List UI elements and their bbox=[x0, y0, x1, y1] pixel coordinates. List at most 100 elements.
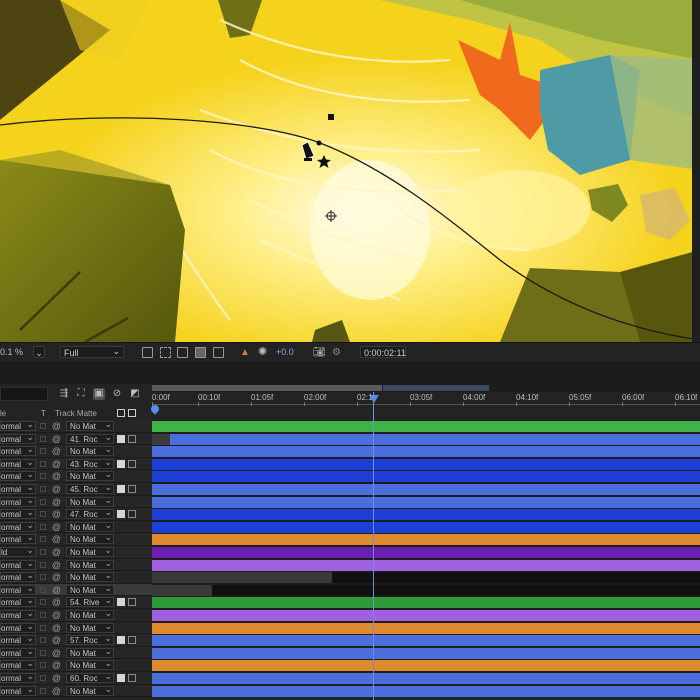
track-matte-dropdown[interactable]: No Mat bbox=[66, 496, 114, 507]
track-matte-column-header[interactable]: Track Matte bbox=[55, 409, 97, 418]
blend-mode-dropdown[interactable]: ormal bbox=[0, 421, 36, 431]
layer-duration-bar[interactable] bbox=[152, 509, 700, 521]
matte-alpha-toggle[interactable] bbox=[117, 459, 125, 468]
preserve-transparency-toggle[interactable] bbox=[40, 624, 46, 631]
track-matte-dropdown[interactable]: 41. Roc bbox=[66, 433, 114, 444]
matte-pickwhip-icon[interactable]: @ bbox=[51, 509, 62, 519]
blend-mode-dropdown[interactable]: ormal bbox=[0, 660, 36, 671]
layer-row[interactable]: ormal @45. Roc bbox=[0, 483, 700, 496]
blend-mode-dropdown[interactable]: ormal bbox=[0, 521, 36, 532]
layer-duration-bar[interactable] bbox=[152, 610, 700, 621]
layer-duration-bar[interactable] bbox=[152, 471, 700, 483]
track-matte-dropdown[interactable]: No Mat bbox=[66, 547, 114, 557]
track-matte-dropdown[interactable]: 43. Roc bbox=[66, 458, 114, 469]
composition-viewer[interactable] bbox=[0, 0, 700, 342]
matte-pickwhip-icon[interactable]: @ bbox=[51, 648, 62, 658]
current-time-indicator-head[interactable] bbox=[369, 395, 379, 403]
preserve-transparency-toggle[interactable] bbox=[40, 536, 46, 543]
track-matte-dropdown[interactable]: No Mat bbox=[66, 421, 114, 431]
blend-mode-dropdown[interactable]: ormal bbox=[0, 584, 36, 595]
preserve-transparency-toggle[interactable] bbox=[40, 599, 46, 606]
matte-alpha-toggle[interactable] bbox=[117, 434, 125, 443]
preserve-transparency-toggle[interactable] bbox=[40, 423, 46, 429]
matte-pickwhip-icon[interactable]: @ bbox=[51, 534, 62, 544]
draft-3d-icon[interactable]: ⛶ bbox=[75, 388, 87, 400]
preserve-transparency-toggle[interactable] bbox=[40, 675, 46, 681]
transparency-grid-icon[interactable] bbox=[160, 347, 171, 358]
track-matte-dropdown[interactable]: No Mat bbox=[66, 559, 114, 570]
magnification-value[interactable]: 0.1 % bbox=[0, 346, 23, 359]
show-snapshot-icon[interactable]: ⚙ bbox=[332, 346, 341, 359]
snapshot-camera-icon[interactable]: 📷︎ bbox=[313, 346, 326, 359]
matte-pickwhip-icon[interactable]: @ bbox=[51, 686, 62, 696]
preserve-transparency-toggle[interactable] bbox=[40, 637, 46, 644]
layer-duration-bar[interactable] bbox=[152, 521, 700, 533]
matte-pickwhip-icon[interactable]: @ bbox=[51, 484, 62, 494]
blend-mode-dropdown[interactable]: ormal bbox=[0, 597, 36, 608]
layer-duration-bar[interactable] bbox=[152, 685, 700, 697]
layer-duration-bar[interactable] bbox=[152, 622, 700, 634]
layer-search-input[interactable] bbox=[0, 387, 48, 401]
matte-alpha-toggle[interactable] bbox=[117, 598, 125, 607]
matte-pickwhip-icon[interactable]: @ bbox=[51, 660, 62, 670]
composition-mini-flowchart-icon[interactable]: ⇶ bbox=[58, 388, 70, 400]
layer-duration-bar[interactable] bbox=[152, 446, 700, 458]
matte-pickwhip-icon[interactable]: @ bbox=[51, 434, 62, 444]
matte-pickwhip-icon[interactable]: @ bbox=[51, 623, 62, 633]
matte-pickwhip-icon[interactable]: @ bbox=[51, 673, 62, 683]
matte-pickwhip-icon[interactable]: @ bbox=[51, 635, 62, 645]
grid-guides-icon[interactable] bbox=[195, 347, 206, 358]
layer-duration-bar[interactable] bbox=[152, 547, 700, 558]
mode-column-header[interactable]: le bbox=[0, 409, 6, 418]
layer-row[interactable]: ormal @ No Mat bbox=[0, 571, 700, 584]
layer-row[interactable]: ormal @ No Mat bbox=[0, 621, 700, 635]
matte-invert-toggle[interactable] bbox=[128, 598, 136, 607]
layer-row[interactable]: ormal @ No Mat bbox=[0, 470, 700, 483]
matte-invert-toggle[interactable] bbox=[128, 434, 136, 443]
matte-pickwhip-icon[interactable]: @ bbox=[51, 547, 62, 557]
blend-mode-dropdown[interactable]: ormal bbox=[0, 446, 36, 457]
matte-pickwhip-icon[interactable]: @ bbox=[51, 497, 62, 507]
track-matte-dropdown[interactable]: No Mat bbox=[66, 534, 114, 545]
layer-row[interactable]: ormal @ No Mat bbox=[0, 646, 700, 660]
layer-duration-bar[interactable] bbox=[152, 647, 700, 659]
layer-duration-bar[interactable] bbox=[152, 484, 700, 495]
layer-duration-bar[interactable] bbox=[152, 559, 700, 571]
track-matte-dropdown[interactable]: No Mat bbox=[66, 610, 114, 620]
channel-icon[interactable] bbox=[213, 347, 224, 358]
matte-invert-toggle[interactable] bbox=[128, 459, 136, 468]
resolution-dropdown[interactable]: Full ⌄ bbox=[60, 346, 124, 358]
layer-row[interactable]: ormal @47. Roc bbox=[0, 508, 700, 521]
matte-source-header-icon[interactable] bbox=[117, 409, 125, 417]
preserve-transparency-toggle[interactable] bbox=[40, 435, 46, 442]
layer-row[interactable]: ormal @ No Mat bbox=[0, 583, 700, 597]
matte-pickwhip-icon[interactable]: @ bbox=[51, 446, 62, 456]
preserve-transparency-toggle[interactable] bbox=[40, 649, 46, 656]
color-management-icon[interactable]: ▲ bbox=[240, 346, 250, 359]
current-time-display[interactable]: 0:00:02:11 bbox=[360, 346, 406, 358]
blend-mode-dropdown[interactable]: ormal bbox=[0, 647, 36, 658]
preserve-transparency-toggle[interactable] bbox=[40, 448, 46, 455]
blend-mode-dropdown[interactable]: ormal bbox=[0, 458, 36, 469]
track-matte-dropdown[interactable]: No Mat bbox=[66, 521, 114, 532]
track-matte-dropdown[interactable]: No Mat bbox=[66, 685, 114, 696]
preserve-transparency-toggle[interactable] bbox=[40, 523, 46, 530]
matte-pickwhip-icon[interactable]: @ bbox=[51, 459, 62, 469]
matte-invert-toggle[interactable] bbox=[128, 510, 136, 519]
track-matte-dropdown[interactable]: No Mat bbox=[66, 584, 114, 595]
matte-invert-toggle[interactable] bbox=[128, 674, 136, 682]
preserve-transparency-toggle[interactable] bbox=[40, 460, 46, 467]
blend-mode-dropdown[interactable]: ormal bbox=[0, 471, 36, 482]
layer-row[interactable]: ormal @ No Mat bbox=[0, 558, 700, 572]
blend-mode-dropdown[interactable]: ormal bbox=[0, 685, 36, 696]
track-matte-dropdown[interactable]: 47. Roc bbox=[66, 509, 114, 520]
layer-duration-bar[interactable] bbox=[152, 421, 700, 432]
blend-mode-dropdown[interactable]: ormal bbox=[0, 610, 36, 620]
preserve-transparency-toggle[interactable] bbox=[40, 473, 46, 480]
layer-duration-bar[interactable] bbox=[152, 660, 700, 672]
motion-blur-icon[interactable]: ◩ bbox=[129, 388, 141, 400]
matte-invert-toggle[interactable] bbox=[128, 636, 136, 645]
matte-alpha-toggle[interactable] bbox=[117, 636, 125, 645]
layer-row[interactable]: ormal @ No Mat bbox=[0, 684, 700, 698]
track-matte-dropdown[interactable]: 60. Roc bbox=[66, 673, 114, 683]
